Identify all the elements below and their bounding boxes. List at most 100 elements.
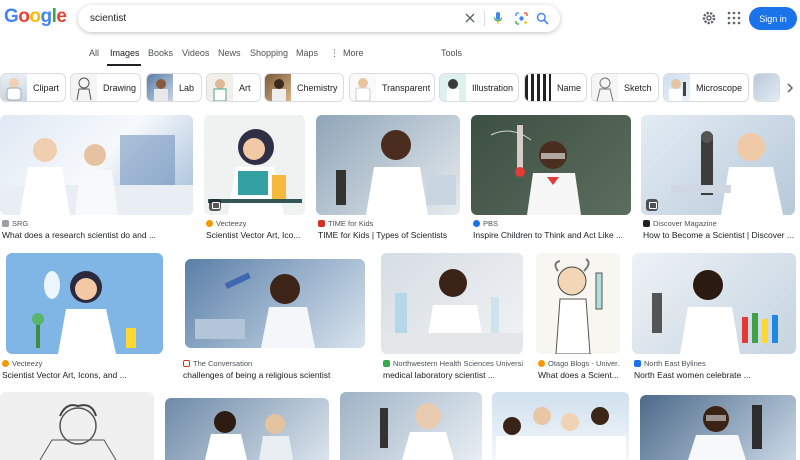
image-result[interactable]: Northwestern Health Sciences University … — [381, 253, 523, 383]
image-result[interactable] — [340, 392, 482, 460]
tab-maps[interactable]: Maps — [296, 48, 318, 58]
chevron-right-icon[interactable] — [784, 81, 796, 95]
chip-name[interactable]: Name — [524, 73, 587, 102]
image-result[interactable]: North East Bylines North East women cele… — [632, 253, 796, 383]
image-result[interactable] — [492, 392, 629, 460]
chip-label: Illustration — [472, 82, 514, 93]
result-source[interactable]: The Conversation — [183, 359, 369, 368]
chip-thumbnail — [147, 74, 173, 101]
gear-icon[interactable] — [701, 10, 717, 26]
result-image[interactable] — [185, 259, 365, 348]
sign-in-button[interactable]: Sign in — [749, 7, 797, 30]
image-result[interactable]: SRG What does a research scientist do an… — [0, 115, 193, 245]
result-image[interactable] — [492, 392, 629, 460]
chip-lab[interactable]: Lab — [146, 73, 202, 102]
result-title[interactable]: What does a research scientist do and ..… — [2, 230, 192, 240]
result-title[interactable]: challenges of being a religious scientis… — [183, 370, 369, 380]
result-image[interactable] — [204, 115, 305, 215]
result-title[interactable]: How to Become a Scientist | Discover ... — [643, 230, 795, 240]
chip-thumbnail — [592, 74, 618, 101]
logo-letter: o — [29, 6, 41, 27]
chip-illustration[interactable]: Illustration — [439, 73, 519, 102]
result-title[interactable]: What does a Scient... — [538, 370, 620, 380]
tab-images[interactable]: Images — [110, 48, 140, 58]
search-icon[interactable] — [534, 10, 550, 26]
chip-drawing[interactable]: Drawing — [70, 73, 141, 102]
chip-label: Microscope — [696, 82, 743, 93]
image-result[interactable] — [640, 395, 796, 460]
lens-icon[interactable] — [513, 10, 529, 26]
tools-button[interactable]: Tools — [441, 48, 462, 58]
search-input[interactable] — [90, 10, 450, 27]
result-source[interactable]: PBS — [473, 219, 631, 228]
chip-art[interactable]: Art — [206, 73, 261, 102]
image-result[interactable]: PBS Inspire Children to Think and Act Li… — [471, 115, 631, 245]
tab-all[interactable]: All — [89, 48, 99, 58]
result-source[interactable]: Otago Blogs - Univer... — [538, 359, 620, 368]
favicon — [538, 360, 545, 367]
result-source[interactable]: Vecteezy — [206, 219, 305, 228]
result-title[interactable]: Scientist Vector Art, Ico... — [206, 230, 305, 240]
image-result[interactable]: Vecteezy Scientist Vector Art, Icons, an… — [0, 253, 170, 383]
microphone-icon[interactable] — [490, 10, 506, 26]
result-title[interactable]: TIME for Kids | Types of Scientists — [318, 230, 460, 240]
image-result[interactable]: TIME for Kids TIME for Kids | Types of S… — [316, 115, 460, 245]
result-source[interactable]: North East Bylines — [634, 359, 796, 368]
chip-transparent[interactable]: Transparent — [349, 73, 435, 102]
result-image[interactable] — [0, 392, 154, 460]
tab-news[interactable]: News — [218, 48, 241, 58]
result-image[interactable] — [6, 253, 163, 354]
favicon — [318, 220, 325, 227]
logo-letter: e — [56, 6, 67, 27]
result-image[interactable] — [641, 115, 795, 215]
result-source-name: TIME for Kids — [328, 219, 374, 228]
result-image[interactable] — [381, 253, 523, 354]
result-title[interactable]: Scientist Vector Art, Icons, and ... — [2, 370, 170, 380]
result-image[interactable] — [316, 115, 460, 215]
result-source[interactable]: TIME for Kids — [318, 219, 460, 228]
result-source[interactable]: Northwestern Health Sciences University — [383, 359, 523, 368]
search-box[interactable] — [78, 5, 560, 32]
result-source-name: North East Bylines — [644, 359, 706, 368]
result-source[interactable]: Vecteezy — [2, 359, 170, 368]
tab-shopping[interactable]: Shopping — [250, 48, 288, 58]
result-title[interactable]: North East women celebrate ... — [634, 370, 796, 380]
result-title[interactable]: medical laboratory scientist ... — [383, 370, 523, 380]
result-image[interactable] — [471, 115, 631, 215]
result-image[interactable] — [340, 392, 482, 460]
chip-thumbnail — [1, 74, 27, 101]
chip-thumbnail — [207, 74, 233, 101]
image-result[interactable]: Vecteezy Scientist Vector Art, Ico... — [204, 115, 305, 245]
result-image[interactable] — [536, 253, 620, 354]
favicon — [383, 360, 390, 367]
result-source[interactable]: Discover Magazine — [643, 219, 795, 228]
logo-letter: o — [18, 6, 30, 27]
chip-thumbnail — [350, 74, 376, 101]
chip-chemistry[interactable]: Chemistry — [264, 73, 344, 102]
chip-clipart[interactable]: Clipart — [0, 73, 66, 102]
image-result[interactable]: The Conversation challenges of being a r… — [181, 253, 369, 383]
chip-microscope[interactable]: Microscope — [663, 73, 749, 102]
result-image[interactable] — [0, 115, 193, 215]
favicon — [2, 220, 9, 227]
google-logo[interactable]: Google — [4, 6, 67, 28]
image-result[interactable] — [165, 398, 329, 460]
clear-icon[interactable] — [462, 10, 478, 26]
chip-thumbnail — [71, 74, 97, 101]
result-source[interactable]: SRG — [2, 219, 192, 228]
result-source-name: Northwestern Health Sciences University — [393, 359, 523, 368]
apps-grid-icon[interactable] — [727, 11, 741, 25]
tab-books[interactable]: Books — [148, 48, 173, 58]
result-image[interactable] — [640, 395, 796, 460]
chip-label: Clipart — [33, 82, 60, 93]
result-title[interactable]: Inspire Children to Think and Act Like .… — [473, 230, 631, 240]
image-result[interactable]: Discover Magazine How to Become a Scient… — [641, 115, 795, 245]
result-image[interactable] — [632, 253, 796, 354]
image-result[interactable]: Otago Blogs - Univer... What does a Scie… — [536, 253, 620, 383]
image-result[interactable] — [0, 392, 154, 460]
chip-sketch[interactable]: Sketch — [591, 73, 659, 102]
chip-partial[interactable] — [753, 73, 780, 102]
tab-videos[interactable]: Videos — [182, 48, 209, 58]
result-image[interactable] — [165, 398, 329, 460]
tab-more[interactable]: ⋮ More — [330, 48, 364, 59]
